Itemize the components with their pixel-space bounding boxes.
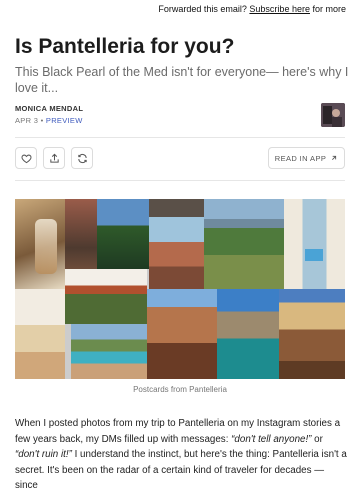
photo-glass (35, 219, 57, 274)
photo-bay (71, 324, 147, 379)
body-paragraph: When I posted photos from my trip to Pan… (15, 416, 347, 494)
photo-people (15, 289, 65, 379)
body-text-2: or (311, 433, 323, 445)
image-caption: Postcards from Pantelleria (133, 385, 227, 394)
arrow-up-right-icon (332, 155, 337, 160)
actions-divider (15, 180, 345, 181)
meta-separator: • (40, 116, 44, 125)
photo-pergola (279, 289, 345, 379)
read-in-app-button[interactable]: READ IN APP (268, 147, 345, 169)
photo-garden (97, 199, 149, 269)
postcards-collage-image[interactable] (15, 199, 345, 379)
photo-hills (204, 199, 284, 289)
photo-arch (65, 269, 147, 324)
preview-label: PREVIEW (45, 116, 83, 125)
author-name[interactable]: MONICA MENDAL (15, 104, 83, 113)
photo-cliff (217, 289, 279, 379)
forwarded-suffix: for more (312, 4, 346, 14)
forwarded-text: Forwarded this email? (158, 4, 247, 14)
restack-button[interactable] (71, 147, 93, 169)
body-quote-1: “don't tell anyone!” (231, 433, 312, 445)
photo-curtains (284, 199, 345, 289)
photo-terrace (149, 199, 204, 289)
share-button[interactable] (43, 147, 65, 169)
photo-pool (305, 249, 323, 261)
forwarded-banner: Forwarded this email? Subscribe here for… (158, 4, 346, 14)
photo-bottles (65, 199, 97, 269)
heart-icon (20, 154, 32, 163)
subscribe-link[interactable]: Subscribe here (249, 4, 310, 14)
body-quote-2: “don't ruin it!” (15, 449, 72, 460)
post-subtitle: This Black Pearl of the Med isn't for ev… (15, 65, 349, 95)
like-button[interactable] (15, 147, 37, 169)
avatar[interactable] (321, 103, 345, 127)
top-divider (15, 137, 345, 138)
read-in-app-label: READ IN APP (274, 153, 327, 163)
post-date: APR 3 (15, 116, 39, 125)
share-icon (49, 153, 59, 163)
post-meta: APR 3 • PREVIEW (15, 116, 83, 125)
post-title: Is Pantelleria for you? (15, 35, 235, 58)
restack-icon (77, 153, 87, 163)
photo-rooftop (147, 289, 217, 379)
